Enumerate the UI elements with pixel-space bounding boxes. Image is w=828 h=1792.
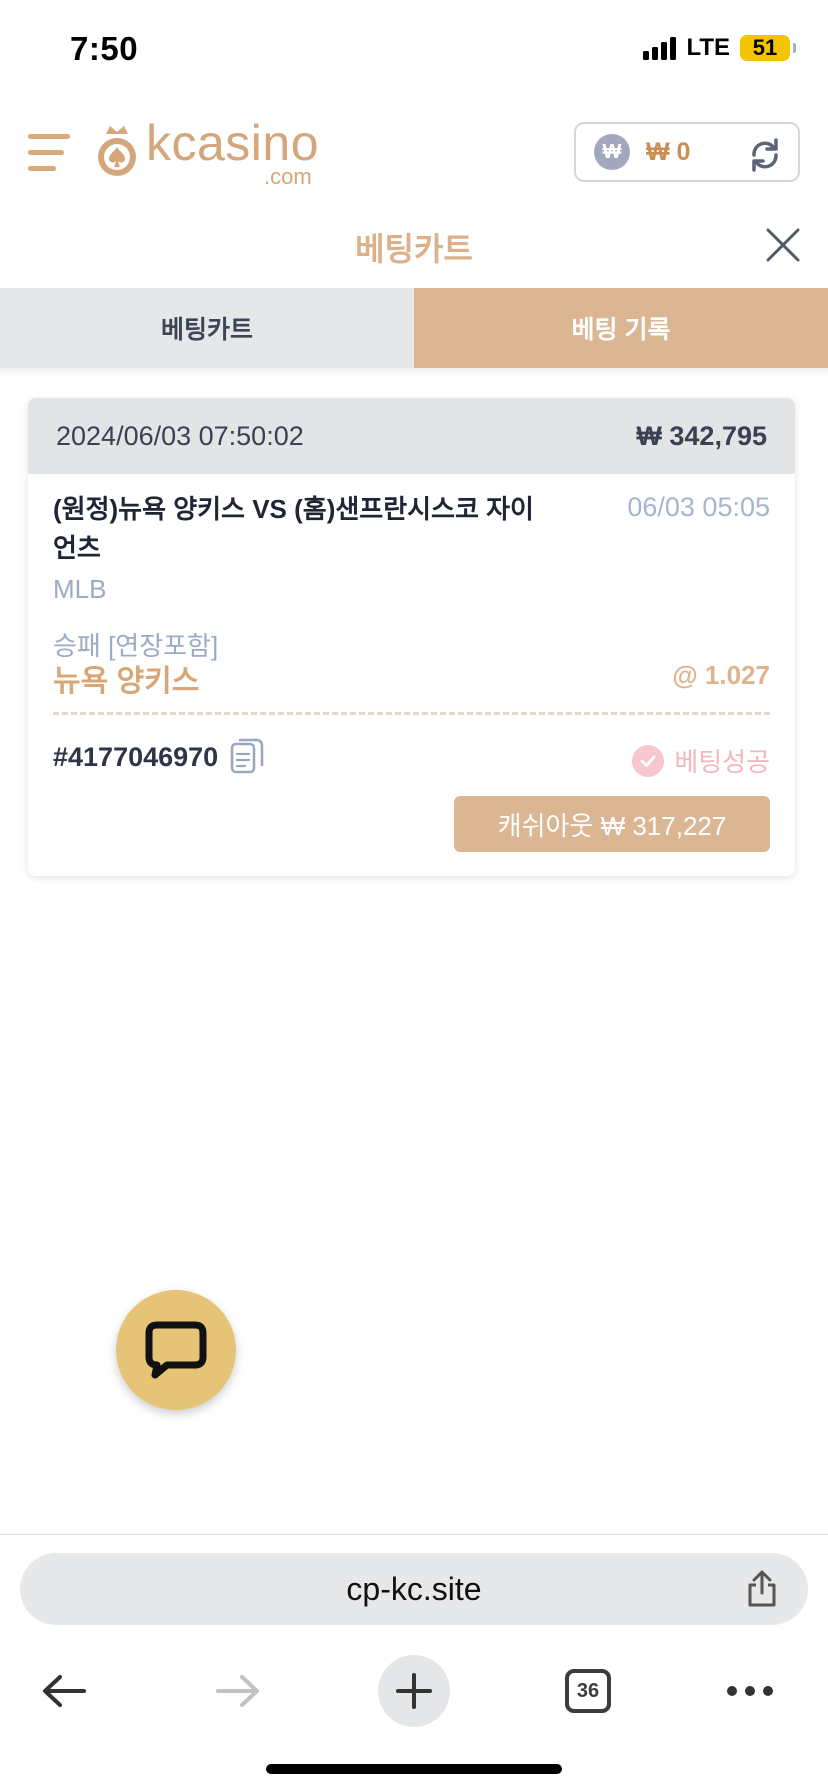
chat-button[interactable]	[116, 1290, 236, 1410]
bet-status-text: 베팅성공	[674, 747, 770, 777]
logo-domain: .com	[264, 164, 312, 189]
status-indicators: LTE 51	[643, 34, 796, 62]
logo-wordmark: kcasino	[146, 115, 320, 171]
dashed-divider	[53, 712, 770, 715]
site-header: kcasino .com ₩ ₩ 0	[0, 108, 828, 196]
browser-nav-row: 36	[0, 1655, 828, 1735]
share-icon[interactable]	[742, 1569, 782, 1609]
status-time: 7:50	[70, 30, 139, 67]
more-options-icon[interactable]	[714, 1655, 786, 1727]
battery-icon: 51	[740, 35, 796, 61]
close-icon[interactable]	[764, 226, 802, 264]
bet-odds: @ 1.027	[672, 660, 770, 690]
bet-datetime: 2024/06/03 07:50:02	[56, 420, 304, 451]
check-circle-icon	[632, 744, 665, 777]
bet-stake: ₩ 342,795	[636, 420, 767, 451]
won-currency-icon: ₩	[594, 134, 630, 170]
wallet-balance-box: ₩ ₩ 0	[574, 122, 800, 182]
tab-bet-cart[interactable]: 베팅카트	[0, 288, 414, 368]
tabs-button[interactable]: 36	[552, 1655, 624, 1727]
tab-bet-history[interactable]: 베팅 기록	[414, 288, 828, 368]
refresh-icon[interactable]	[746, 136, 784, 174]
tabs-divider	[0, 368, 828, 376]
page-title: 베팅카트	[355, 231, 473, 267]
hamburger-menu-icon[interactable]	[28, 130, 72, 174]
cashout-button[interactable]: 캐쉬아웃 ₩ 317,227	[454, 796, 770, 852]
bet-card-header: 2024/06/03 07:50:02 ₩ 342,795	[28, 398, 795, 474]
match-time: 06/03 05:05	[627, 492, 770, 522]
bet-id-row: #4177046970	[53, 738, 264, 776]
bet-tabs: 베팅카트 베팅 기록	[0, 288, 828, 368]
battery-level: 51	[752, 35, 778, 60]
wallet-balance: ₩ 0	[646, 137, 691, 166]
forward-arrow-icon[interactable]	[202, 1655, 274, 1727]
bet-selection: 뉴욕 양키스	[53, 665, 200, 698]
bet-record-card: 2024/06/03 07:50:02 ₩ 342,795 (원정)뉴욕 양키스…	[28, 398, 795, 876]
new-tab-plus-icon[interactable]	[378, 1655, 450, 1727]
signal-icon	[643, 36, 677, 60]
copy-icon[interactable]	[230, 738, 264, 776]
home-indicator	[266, 1764, 562, 1774]
browser-toolbar: cp-kc.site 36	[0, 1534, 828, 1792]
kcasino-logo[interactable]: kcasino .com	[94, 118, 324, 190]
url-text: cp-kc.site	[346, 1570, 482, 1607]
match-title: (원정)뉴욕 양키스 VS (홈)샌프란시스코 자이언츠	[53, 494, 534, 563]
panel-title-row: 베팅카트	[0, 216, 828, 272]
league-name: MLB	[53, 574, 107, 604]
bet-status: 베팅성공	[632, 742, 770, 779]
logo-crown-spade-icon	[98, 126, 136, 176]
address-bar[interactable]: cp-kc.site	[20, 1553, 808, 1625]
tab-count: 36	[565, 1669, 611, 1713]
status-bar: 7:50 LTE 51	[0, 0, 828, 100]
back-arrow-icon[interactable]	[28, 1655, 100, 1727]
network-type: LTE	[686, 34, 730, 61]
bet-id: #4177046970	[53, 741, 219, 772]
chat-bubble-icon	[145, 1321, 207, 1379]
